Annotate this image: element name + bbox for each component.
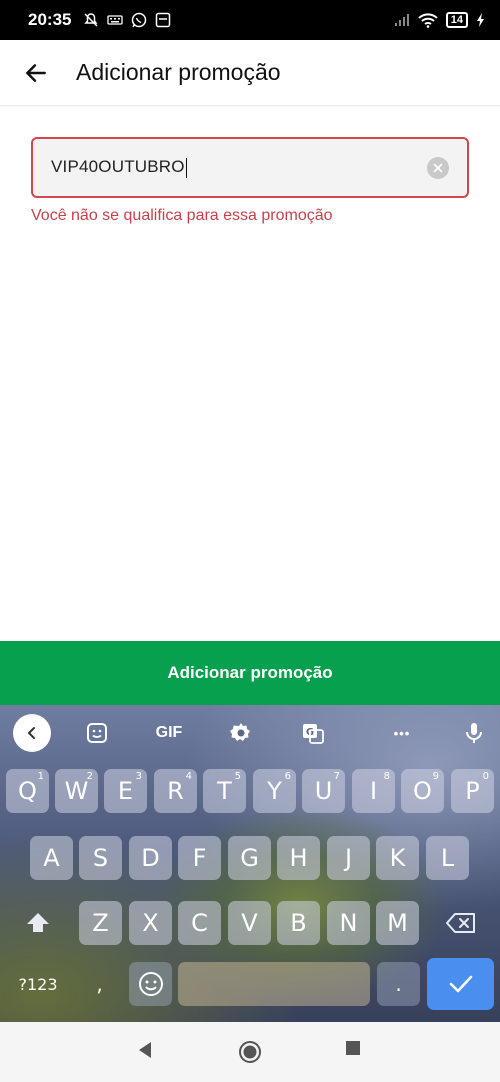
key-f[interactable]: F	[178, 836, 221, 880]
key-g[interactable]: G	[228, 836, 271, 880]
status-bar: 20:35 14	[0, 0, 500, 40]
key-k[interactable]: K	[376, 836, 419, 880]
app-bar: Adicionar promoção	[0, 40, 500, 106]
promo-code-input[interactable]: VIP40OUTUBRO	[31, 137, 469, 198]
shift-icon	[27, 913, 49, 932]
key-d[interactable]: D	[129, 836, 172, 880]
wifi-icon	[418, 13, 438, 28]
screen: 20:35 14 Adicionar promoção VIP40OUTUBRO…	[0, 0, 500, 1082]
circle-home-icon	[239, 1041, 261, 1063]
key-n[interactable]: N	[327, 901, 370, 945]
gif-button[interactable]: GIF	[152, 719, 186, 747]
key-s[interactable]: S	[79, 836, 122, 880]
key-e[interactable]: E3	[104, 769, 147, 813]
sticker-button[interactable]	[83, 719, 111, 747]
key-a[interactable]: A	[30, 836, 73, 880]
key-w[interactable]: W2	[55, 769, 98, 813]
key-z[interactable]: Z	[79, 901, 122, 945]
mute-icon	[84, 13, 99, 27]
space-key[interactable]	[178, 962, 370, 1006]
nav-recents-button[interactable]	[345, 1040, 369, 1064]
check-icon	[449, 975, 472, 993]
text-caret	[185, 157, 187, 178]
key-o[interactable]: O9	[401, 769, 444, 813]
clear-input-button[interactable]	[427, 156, 449, 179]
key-i[interactable]: I8	[352, 769, 395, 813]
key-c[interactable]: C	[178, 901, 221, 945]
more-button[interactable]: •••	[386, 719, 418, 747]
sticker-icon	[87, 723, 107, 743]
arrow-left-icon	[26, 63, 46, 82]
comma-key[interactable]: ,	[77, 962, 122, 1006]
keyboard-collapse-button[interactable]	[13, 714, 51, 752]
shift-key[interactable]	[6, 901, 70, 945]
navigation-bar	[0, 1022, 500, 1082]
key-t[interactable]: T5	[203, 769, 246, 813]
back-button[interactable]	[11, 48, 61, 98]
charging-icon	[477, 13, 484, 27]
status-right-icons: 14	[394, 12, 486, 28]
translate-button[interactable]: G	[299, 719, 327, 747]
promo-code-value: VIP40OUTUBRO	[51, 157, 185, 177]
promo-error-message: Você não se qualifica para essa promoção	[31, 207, 333, 224]
backspace-key[interactable]	[427, 901, 494, 945]
key-m[interactable]: M	[376, 901, 419, 945]
key-u[interactable]: U7	[302, 769, 345, 813]
key-y[interactable]: Y6	[253, 769, 296, 813]
triangle-back-icon	[139, 1042, 151, 1058]
period-key[interactable]: .	[377, 962, 420, 1006]
emoji-key[interactable]	[129, 962, 172, 1006]
translate-icon: G	[303, 724, 324, 744]
done-key[interactable]	[427, 958, 494, 1010]
key-j[interactable]: J	[327, 836, 370, 880]
gear-icon	[230, 723, 250, 741]
whatsapp-icon	[132, 12, 147, 28]
signal-icon	[394, 14, 409, 26]
microphone-icon	[466, 723, 482, 743]
nav-home-button[interactable]	[238, 1040, 262, 1064]
keyboard-settings-button[interactable]	[227, 719, 255, 747]
battery-icon: 14	[445, 12, 468, 28]
clear-icon	[433, 163, 443, 172]
voice-input-button[interactable]	[460, 719, 488, 747]
key-v[interactable]: V	[228, 901, 271, 945]
key-q[interactable]: Q1	[6, 769, 49, 813]
key-r[interactable]: R4	[154, 769, 197, 813]
page-title: Adicionar promoção	[76, 59, 281, 85]
promo-code-value-wrap: VIP40OUTUBRO	[51, 157, 187, 178]
notification-icon	[156, 12, 171, 28]
keyboard: GIF G ••• Q1 W2 E3 R4 T5 Y6 U7 I8 O9 P0	[0, 705, 500, 1022]
nav-back-button[interactable]	[136, 1040, 160, 1064]
square-recents-icon	[346, 1041, 360, 1055]
status-time: 20:35	[28, 10, 72, 29]
status-left-icons	[83, 12, 171, 28]
emoji-icon	[138, 972, 163, 996]
key-h[interactable]: H	[277, 836, 320, 880]
backspace-icon	[445, 913, 475, 933]
key-p[interactable]: P0	[451, 769, 494, 813]
keyboard-icon	[107, 15, 124, 25]
chevron-left-icon	[28, 727, 35, 739]
keyboard-toolbar: GIF G •••	[0, 705, 500, 757]
key-b[interactable]: B	[277, 901, 320, 945]
key-x[interactable]: X	[129, 901, 172, 945]
add-promotion-button[interactable]: Adicionar promoção	[0, 641, 500, 705]
symbols-key[interactable]: ?123	[6, 962, 70, 1006]
key-l[interactable]: L	[426, 836, 469, 880]
